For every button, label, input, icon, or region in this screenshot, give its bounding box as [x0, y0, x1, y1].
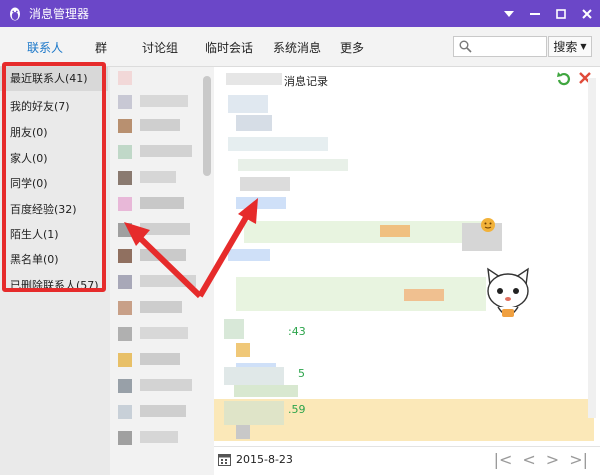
refresh-icon[interactable]	[556, 71, 572, 90]
blurred-message	[228, 137, 328, 151]
contact-name-blur	[140, 197, 184, 209]
pagination: |< < > >|	[494, 450, 588, 469]
contact-name-blur	[140, 249, 186, 261]
contact-name-blur	[140, 405, 186, 417]
contact-name-blur	[140, 275, 196, 287]
blurred-message	[236, 343, 250, 357]
search-button[interactable]: 搜索 ▼	[548, 36, 592, 57]
contact-avatar	[118, 171, 132, 185]
cartoon-cat-sticker	[484, 267, 532, 328]
date-label[interactable]: 2015-8-23	[236, 453, 293, 466]
message-timestamp: :43	[288, 325, 306, 338]
blurred-message	[380, 225, 410, 237]
close-icon[interactable]	[574, 0, 600, 27]
menu-dropdown-icon[interactable]	[496, 0, 522, 27]
blurred-message	[228, 95, 268, 113]
blurred-message	[240, 177, 290, 191]
contact-scrollbar[interactable]	[203, 76, 211, 176]
search-button-label: 搜索	[553, 40, 578, 54]
contact-name-blur	[140, 119, 180, 131]
annotation-highlight-box	[2, 62, 106, 292]
contact-name-blur	[140, 327, 188, 339]
tab-contacts[interactable]: 联系人	[27, 39, 63, 56]
calendar-icon[interactable]	[218, 453, 231, 469]
blurred-message	[228, 249, 270, 261]
contact-name-blur	[140, 145, 192, 157]
contact-name-blur	[140, 353, 180, 365]
title-bar: 消息管理器	[0, 0, 600, 27]
contact-avatar	[118, 223, 132, 237]
contact-avatar	[118, 301, 132, 315]
blurred-message	[234, 385, 298, 397]
blurred-message	[224, 401, 284, 425]
contact-avatar	[118, 249, 132, 263]
tab-more[interactable]: 更多	[340, 39, 364, 56]
tab-groups[interactable]: 群	[95, 39, 107, 56]
chevron-down-icon: ▼	[580, 42, 587, 51]
contact-avatar	[118, 119, 132, 133]
window-title: 消息管理器	[29, 7, 90, 21]
emoji-face-icon	[480, 217, 496, 236]
search-input[interactable]	[453, 36, 547, 57]
blurred-message	[236, 425, 250, 439]
blurred-message	[224, 367, 284, 385]
contact-avatar	[118, 197, 132, 211]
contact-avatar	[118, 431, 132, 445]
contact-list[interactable]	[110, 67, 214, 475]
minimize-icon[interactable]	[522, 0, 548, 27]
last-page-icon[interactable]: >|	[569, 450, 588, 469]
tab-temp-sessions[interactable]: 临时会话	[205, 39, 253, 56]
blurred-message	[236, 277, 486, 311]
message-pane: 消息记录 :43 5 .59	[214, 67, 600, 475]
message-timestamp: .59	[288, 403, 306, 416]
next-page-icon[interactable]: >	[546, 450, 559, 469]
blurred-message	[236, 197, 286, 209]
blurred-message	[244, 221, 494, 243]
contact-name-blur	[140, 95, 188, 107]
message-scrollbar[interactable]	[588, 78, 596, 418]
prev-page-icon[interactable]: <	[522, 450, 535, 469]
blurred-message	[236, 115, 272, 131]
contact-avatar	[118, 95, 132, 109]
contact-avatar	[118, 71, 132, 85]
contact-avatar	[118, 405, 132, 419]
tab-system-messages[interactable]: 系统消息	[273, 39, 321, 56]
tab-discussions[interactable]: 讨论组	[142, 39, 178, 56]
qq-penguin-icon	[7, 6, 23, 22]
contact-avatar	[118, 327, 132, 341]
contact-name-blur	[140, 223, 190, 235]
contact-avatar	[118, 379, 132, 393]
contact-name-blur	[226, 73, 282, 85]
message-timestamp: 5	[298, 367, 305, 380]
message-footer: 2015-8-23 |< < > >|	[214, 446, 600, 475]
search-icon	[459, 40, 472, 53]
message-record-title: 消息记录	[284, 75, 328, 88]
blurred-message	[404, 289, 444, 301]
blurred-message	[224, 319, 244, 339]
contact-avatar	[118, 145, 132, 159]
contact-name-blur	[140, 431, 178, 443]
first-page-icon[interactable]: |<	[494, 450, 513, 469]
blurred-message	[238, 159, 348, 171]
contact-name-blur	[140, 379, 192, 391]
contact-avatar	[118, 275, 132, 289]
contact-avatar	[118, 353, 132, 367]
contact-name-blur	[140, 301, 182, 313]
maximize-icon[interactable]	[548, 0, 574, 27]
contact-name-blur	[140, 171, 176, 183]
